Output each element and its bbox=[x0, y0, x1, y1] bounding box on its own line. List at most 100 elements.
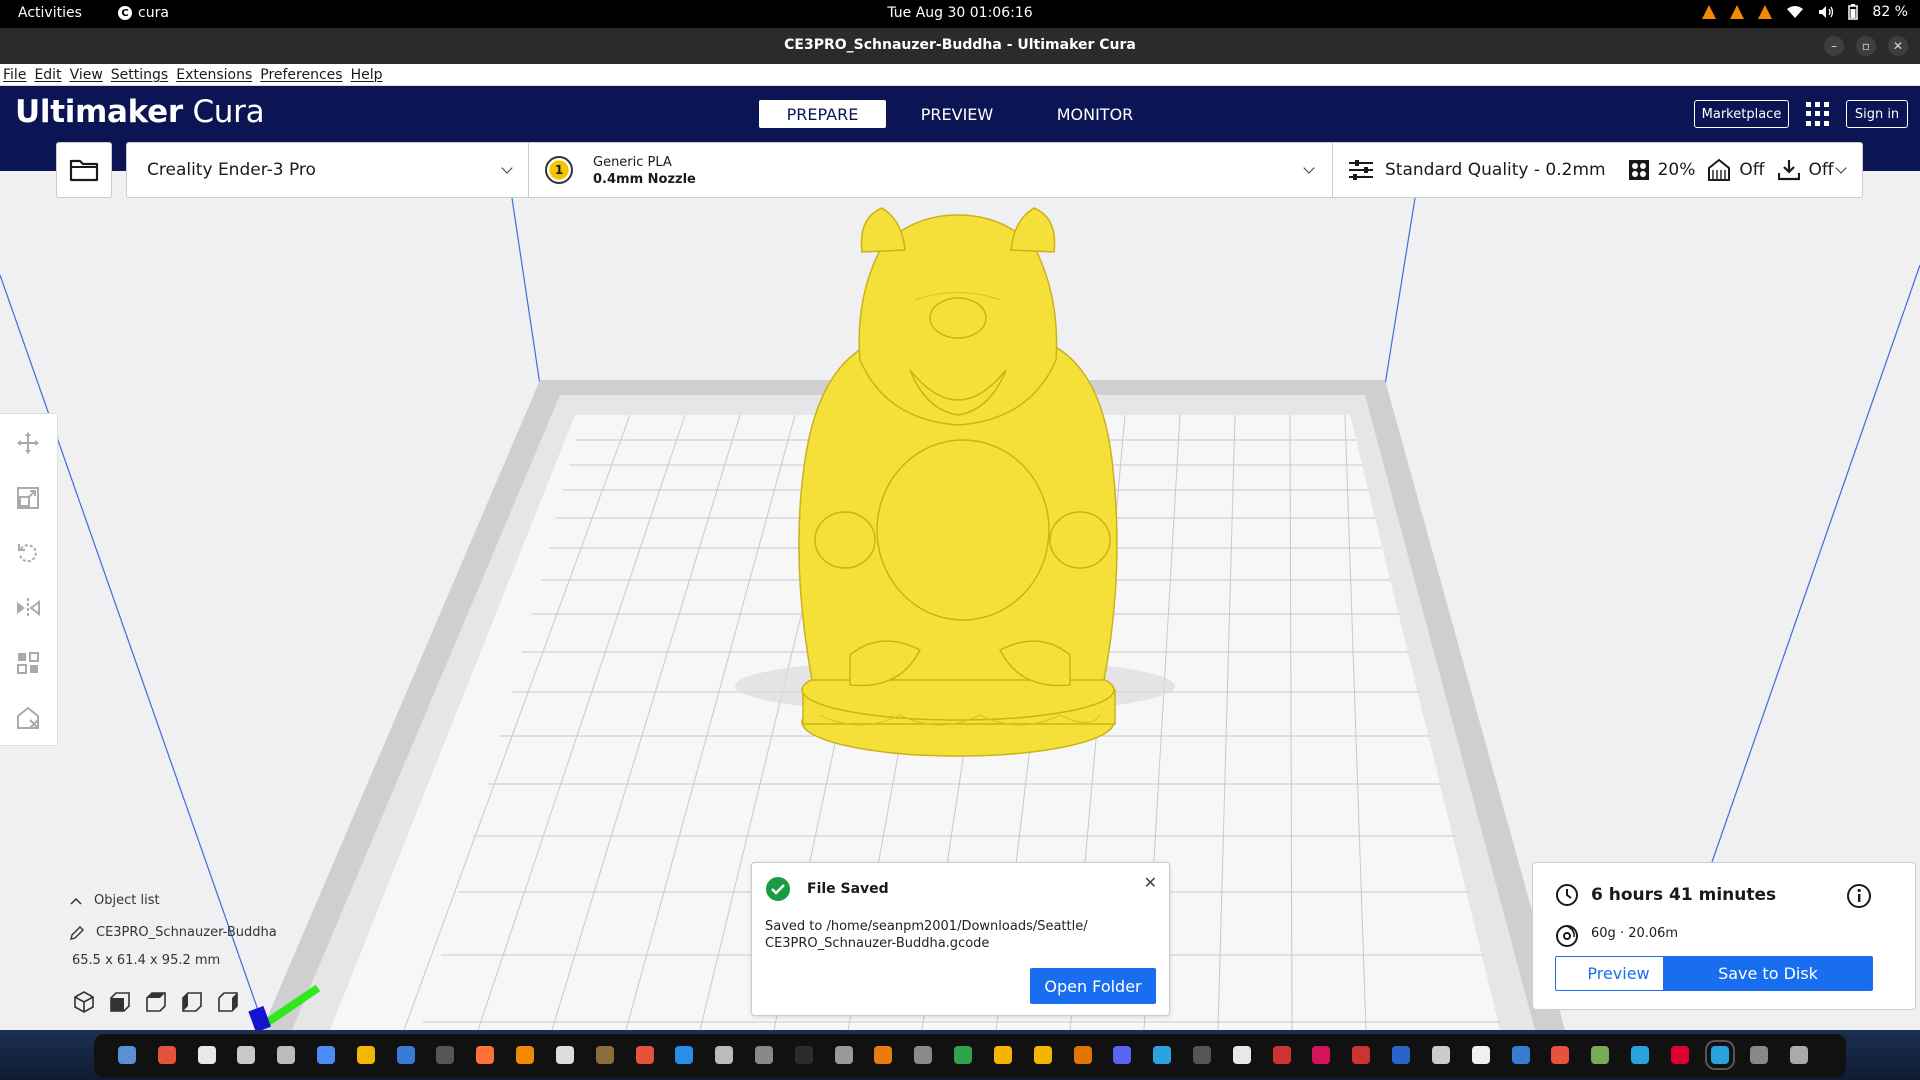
vlc-tray-icon-2[interactable] bbox=[1730, 5, 1745, 19]
system-clock[interactable]: Tue Aug 30 01:06:16 bbox=[887, 5, 1032, 21]
close-icon[interactable]: ✕ bbox=[1144, 873, 1157, 892]
taskbar-preferences-icon[interactable] bbox=[914, 1046, 932, 1064]
taskbar-resolve-icon[interactable] bbox=[1671, 1046, 1689, 1064]
move-tool[interactable] bbox=[14, 429, 42, 457]
taskbar-presentation-icon[interactable] bbox=[1074, 1046, 1092, 1064]
tab-preview[interactable]: PREVIEW bbox=[900, 100, 1014, 128]
taskbar-terminal-icon[interactable] bbox=[436, 1046, 454, 1064]
taskbar-krita-icon[interactable] bbox=[1273, 1046, 1291, 1064]
taskbar-cura-icon[interactable] bbox=[1631, 1046, 1649, 1064]
taskbar-telegram-icon[interactable] bbox=[1153, 1046, 1171, 1064]
app-menu-label: cura bbox=[138, 5, 169, 21]
taskbar-text-editor-icon[interactable] bbox=[237, 1046, 255, 1064]
taskbar-archive-icon[interactable] bbox=[357, 1046, 375, 1064]
info-icon[interactable] bbox=[1846, 883, 1872, 909]
taskbar-app-grid-icon[interactable] bbox=[1790, 1046, 1808, 1064]
taskbar-network-icon[interactable] bbox=[1472, 1046, 1490, 1064]
taskbar-help-icon[interactable] bbox=[675, 1046, 693, 1064]
app-menu[interactable]: C cura bbox=[118, 5, 169, 21]
taskbar-screenshot-icon[interactable] bbox=[636, 1046, 654, 1064]
mirror-tool[interactable] bbox=[14, 594, 42, 622]
menu-help[interactable]: Help bbox=[351, 67, 383, 83]
taskbar-steam-icon[interactable] bbox=[1193, 1046, 1211, 1064]
vlc-tray-icon-3[interactable] bbox=[1758, 5, 1773, 19]
taskbar-inkscape-icon[interactable] bbox=[795, 1046, 813, 1064]
chevron-down-icon bbox=[501, 162, 513, 174]
taskbar-search-icon[interactable] bbox=[277, 1046, 295, 1064]
taskbar-vm-icon[interactable] bbox=[1392, 1046, 1410, 1064]
save-to-disk-button[interactable]: Save to Disk bbox=[1663, 956, 1873, 991]
menu-extensions[interactable]: Extensions bbox=[176, 67, 252, 83]
taskbar-files2-icon[interactable] bbox=[1750, 1046, 1768, 1064]
view-right-button[interactable] bbox=[216, 990, 240, 1014]
taskbar-writer-icon[interactable] bbox=[397, 1046, 415, 1064]
menu-settings[interactable]: Settings bbox=[111, 67, 168, 83]
taskbar-obs-icon[interactable] bbox=[556, 1046, 574, 1064]
apps-grid-icon[interactable] bbox=[1806, 102, 1830, 126]
taskbar-monitor-icon[interactable] bbox=[715, 1046, 733, 1064]
taskbar-vlc-icon[interactable] bbox=[516, 1046, 534, 1064]
view-3d-button[interactable] bbox=[72, 990, 96, 1014]
printer-selector[interactable]: Creality Ender-3 Pro bbox=[127, 143, 529, 197]
taskbar-gift-icon[interactable] bbox=[1352, 1046, 1370, 1064]
tab-prepare[interactable]: PREPARE bbox=[759, 100, 886, 128]
system-tray[interactable]: 82 % bbox=[1702, 4, 1908, 20]
view-top-button[interactable] bbox=[144, 990, 168, 1014]
taskbar-sandbox-icon[interactable] bbox=[994, 1046, 1012, 1064]
taskbar-java-icon[interactable] bbox=[1551, 1046, 1569, 1064]
taskbar-chrome-icon[interactable] bbox=[158, 1046, 176, 1064]
taskbar-remote-icon[interactable] bbox=[1512, 1046, 1530, 1064]
taskbar-gimp-icon[interactable] bbox=[596, 1046, 614, 1064]
chevron-down-icon bbox=[1303, 162, 1315, 174]
menu-view[interactable]: View bbox=[70, 67, 103, 83]
taskbar-files-icon[interactable] bbox=[118, 1046, 136, 1064]
view-left-button[interactable] bbox=[180, 990, 204, 1014]
taskbar-firefox-icon[interactable] bbox=[476, 1046, 494, 1064]
infill-value: 20% bbox=[1657, 160, 1696, 180]
scale-tool[interactable] bbox=[14, 484, 42, 512]
print-settings-selector[interactable]: Standard Quality - 0.2mm 20% Off Off bbox=[1333, 143, 1862, 197]
menu-preferences[interactable]: Preferences bbox=[260, 67, 342, 83]
open-file-button[interactable] bbox=[56, 142, 112, 198]
material-selector[interactable]: 1 Generic PLA 0.4mm Nozzle bbox=[529, 143, 1333, 197]
object-list-toggle[interactable]: Object list bbox=[70, 893, 277, 908]
taskbar-calc-icon[interactable] bbox=[954, 1046, 972, 1064]
schnauzer-buddha-model bbox=[798, 207, 1118, 757]
taskbar-cura-active-icon[interactable] bbox=[1705, 1040, 1735, 1070]
support-value: Off bbox=[1739, 160, 1765, 180]
support-blocker-tool[interactable] bbox=[14, 704, 42, 732]
per-model-settings-tool[interactable] bbox=[14, 649, 42, 677]
taskbar-audacity-icon[interactable] bbox=[1432, 1046, 1450, 1064]
taskbar-photos-icon[interactable] bbox=[1233, 1046, 1251, 1064]
marketplace-button[interactable]: Marketplace bbox=[1694, 100, 1789, 128]
taskbar-camera-icon[interactable] bbox=[755, 1046, 773, 1064]
taskbar-ring-icon[interactable] bbox=[1312, 1046, 1330, 1064]
minimize-button[interactable]: – bbox=[1824, 36, 1844, 56]
taskbar-mc-icon[interactable] bbox=[1591, 1046, 1609, 1064]
battery-percent: 82 % bbox=[1872, 4, 1908, 20]
taskbar-discord-icon[interactable] bbox=[1113, 1046, 1131, 1064]
maximize-button[interactable]: ▫ bbox=[1856, 36, 1876, 56]
menu-file[interactable]: File bbox=[3, 67, 26, 83]
sign-in-button[interactable]: Sign in bbox=[1846, 100, 1908, 128]
volume-icon[interactable] bbox=[1818, 5, 1834, 19]
open-folder-button[interactable]: Open Folder bbox=[1030, 968, 1156, 1004]
window-titlebar[interactable]: CE3PRO_Schnauzer-Buddha - Ultimaker Cura… bbox=[0, 28, 1920, 64]
vlc-tray-icon[interactable] bbox=[1702, 5, 1717, 19]
close-window-button[interactable]: ✕ bbox=[1888, 36, 1908, 56]
taskbar-writer2-icon[interactable] bbox=[1034, 1046, 1052, 1064]
menu-edit[interactable]: Edit bbox=[34, 67, 61, 83]
object-dimensions: 65.5 x 61.4 x 95.2 mm bbox=[72, 953, 221, 968]
tab-monitor[interactable]: MONITOR bbox=[1030, 100, 1160, 128]
battery-icon[interactable] bbox=[1848, 4, 1859, 20]
taskbar-tweaks-icon[interactable] bbox=[835, 1046, 853, 1064]
taskbar-docs-icon[interactable] bbox=[317, 1046, 335, 1064]
taskbar-blender-icon[interactable] bbox=[874, 1046, 892, 1064]
support-blocker-icon bbox=[17, 706, 39, 729]
object-list-item[interactable]: CE3PRO_Schnauzer-Buddha bbox=[70, 925, 277, 940]
view-front-button[interactable] bbox=[108, 990, 132, 1014]
taskbar-notes-icon[interactable] bbox=[198, 1046, 216, 1064]
rotate-tool[interactable] bbox=[14, 539, 42, 567]
wifi-icon[interactable] bbox=[1786, 5, 1804, 19]
activities-button[interactable]: Activities bbox=[18, 5, 82, 21]
